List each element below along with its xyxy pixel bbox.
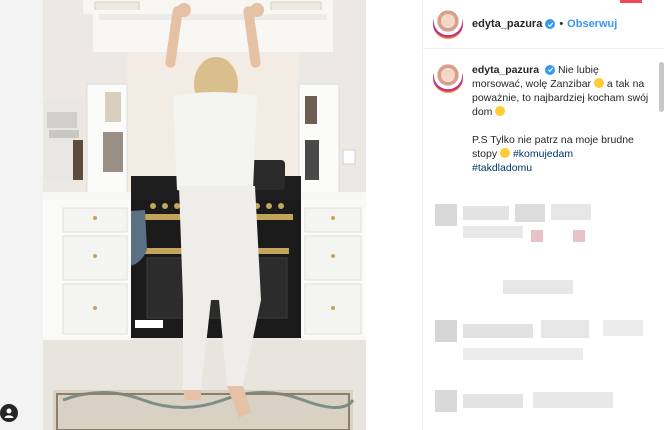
separator: • xyxy=(559,18,564,30)
pixelated-comments xyxy=(423,190,664,430)
notification-marker xyxy=(620,0,642,3)
hashtag-link[interactable]: #komujedam xyxy=(513,148,573,160)
spacer xyxy=(366,0,422,430)
caption-text: edyta_pazura Nie lubię morsować, wolę Za… xyxy=(472,63,652,175)
page-background xyxy=(0,0,43,430)
post-photo[interactable] xyxy=(43,0,366,430)
verified-badge-icon xyxy=(545,64,556,75)
caption-avatar[interactable] xyxy=(433,63,463,93)
bee-emoji-icon xyxy=(495,106,506,116)
caption: edyta_pazura Nie lubię morsować, wolę Za… xyxy=(423,49,664,175)
verified-badge-icon xyxy=(545,19,556,29)
hashtag-link[interactable]: #takdladomu xyxy=(472,162,532,174)
user-icon[interactable] xyxy=(0,404,18,422)
post-header: edyta_pazura • Obserwuj xyxy=(423,0,664,49)
post-side-panel: edyta_pazura • Obserwuj edyta_pazura Nie… xyxy=(422,0,664,430)
laughing-emoji-icon xyxy=(593,78,604,88)
follow-button[interactable]: Obserwuj xyxy=(567,18,617,30)
caption-username[interactable]: edyta_pazura xyxy=(472,64,539,76)
grin-emoji-icon xyxy=(500,148,511,158)
scrollbar[interactable] xyxy=(659,62,664,112)
username[interactable]: edyta_pazura xyxy=(472,18,542,30)
avatar[interactable] xyxy=(433,9,463,39)
